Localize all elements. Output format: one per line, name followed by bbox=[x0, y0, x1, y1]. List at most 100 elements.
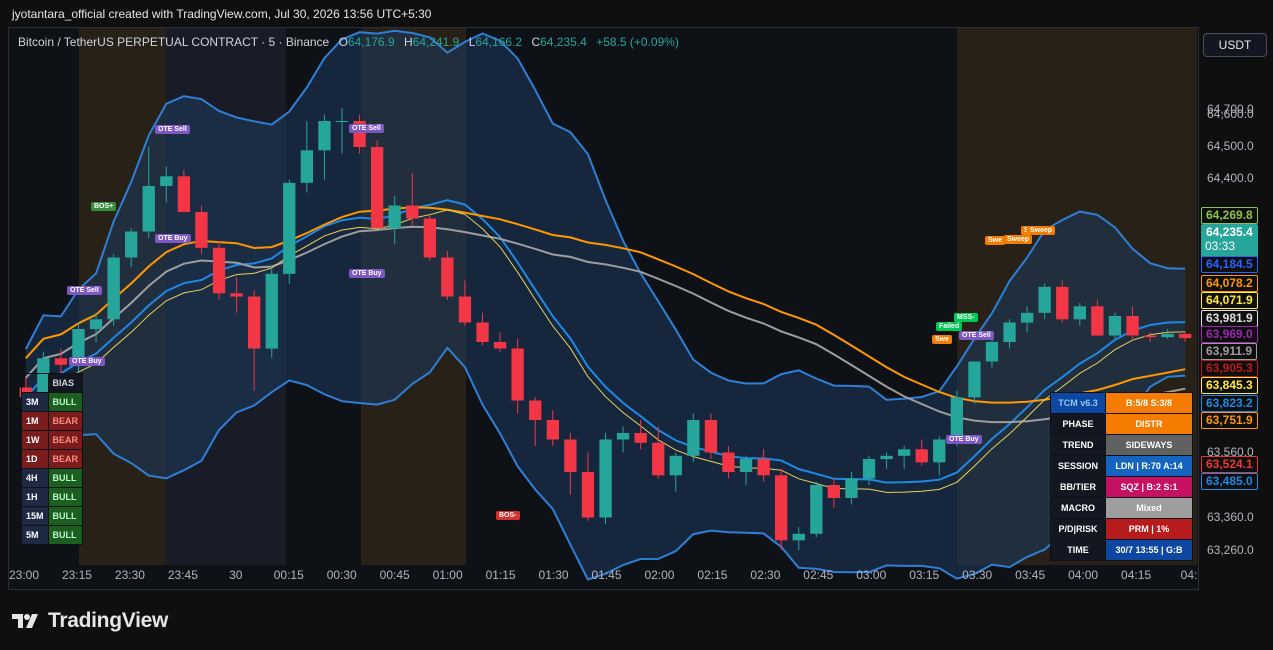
bias-timeframe: 1H bbox=[21, 487, 49, 507]
symbol-legend: Bitcoin / TetherUS PERPETUAL CONTRACT · … bbox=[18, 35, 679, 49]
top-bar: jyotantara_official created with Trading… bbox=[0, 0, 1273, 28]
countdown-label: 03:33 bbox=[1205, 239, 1236, 253]
price-tick: 64,600.0 bbox=[1207, 107, 1254, 121]
tcm-value: Mixed bbox=[1105, 497, 1193, 519]
open-label: O bbox=[338, 35, 348, 49]
bias-timeframe: 15M bbox=[21, 506, 49, 526]
candle-body bbox=[810, 485, 823, 534]
time-tick: 01:30 bbox=[538, 568, 569, 582]
candle-body bbox=[827, 485, 840, 498]
candle-body bbox=[142, 186, 155, 232]
tcm-label: BB/TIER bbox=[1050, 476, 1106, 498]
candle-body bbox=[581, 472, 595, 518]
footer bbox=[0, 590, 1273, 650]
tcm-value: DISTR bbox=[1105, 413, 1193, 435]
time-tick: 02:00 bbox=[644, 568, 675, 582]
candle-body bbox=[1161, 333, 1174, 338]
candle-body bbox=[423, 218, 436, 258]
candle-body bbox=[792, 533, 805, 541]
candle-body bbox=[177, 176, 190, 213]
bias-value: BEAR bbox=[47, 449, 84, 469]
candle-body bbox=[1073, 306, 1086, 320]
sweep-tag: Swe bbox=[985, 236, 1006, 245]
time-tick: 23:45 bbox=[167, 568, 198, 582]
candle-body bbox=[318, 121, 331, 151]
candle-body bbox=[722, 452, 735, 472]
bias-value: BEAR bbox=[47, 430, 84, 450]
high-label: H bbox=[403, 35, 413, 49]
price-tag: 64,184.5 bbox=[1201, 256, 1258, 273]
candle-body bbox=[1091, 306, 1104, 336]
time-tick: 03:00 bbox=[856, 568, 887, 582]
bias-header: BIAS bbox=[47, 373, 84, 393]
tcm-label: TCM v6.3 bbox=[1050, 392, 1106, 414]
close-label: C bbox=[531, 35, 541, 49]
bias-timeframe: 1M bbox=[21, 411, 49, 431]
candle-body bbox=[195, 212, 208, 248]
symbol-name: Bitcoin / TetherUS PERPETUAL CONTRACT · … bbox=[18, 35, 330, 49]
bias-value: BEAR bbox=[47, 411, 84, 431]
tcm-label: MACRO bbox=[1050, 497, 1106, 519]
price-tag: 63,981.9 bbox=[1201, 310, 1258, 327]
price-tag: 63,823.2 bbox=[1201, 395, 1258, 412]
time-tick: 02:30 bbox=[750, 568, 781, 582]
candle-body bbox=[300, 150, 313, 183]
sweep-tag: Sweep bbox=[1027, 226, 1056, 235]
ote-sell-tag: OTE Sell bbox=[349, 124, 384, 133]
bias-timeframe: 3M bbox=[21, 392, 49, 412]
tcm-value: LDN | R:70 A:14 bbox=[1105, 455, 1193, 477]
candle-body bbox=[1143, 335, 1157, 338]
bias-value: BULL bbox=[47, 506, 84, 526]
bias-table: BIAS 3M BULL 1M BEAR 1W BEAR 1D BEAR 4H BULL 1H BUL… bbox=[21, 373, 84, 545]
high-value: 64,241.9 bbox=[412, 35, 460, 49]
time-tick: 23:00 bbox=[8, 568, 40, 582]
ote-buy-tag: OTE Buy bbox=[349, 269, 385, 278]
candle-body bbox=[968, 361, 981, 398]
candle-body bbox=[880, 455, 893, 460]
bias-value: BULL bbox=[47, 487, 84, 507]
time-tick: 04:15 bbox=[1121, 568, 1152, 582]
bias-value: BULL bbox=[47, 468, 84, 488]
time-tick: 00:30 bbox=[326, 568, 357, 582]
bias-timeframe: 4H bbox=[21, 468, 49, 488]
candle-body bbox=[388, 205, 401, 229]
price-tick: 64,400.0 bbox=[1207, 171, 1254, 185]
bias-timeframe: 5M bbox=[21, 525, 49, 545]
low-value: 64,166.2 bbox=[475, 35, 523, 49]
time-tick: 04: bbox=[1180, 568, 1198, 582]
price-tag: 64,078.2 bbox=[1201, 275, 1258, 292]
candle-body bbox=[898, 449, 911, 456]
candle-body bbox=[950, 397, 963, 440]
candle-body bbox=[230, 293, 243, 297]
chart-pane[interactable]: OTE Sell OTE Sell OTE Sell OTE Sell OTE … bbox=[8, 27, 1199, 590]
candle-body bbox=[212, 247, 226, 294]
time-tick: 30 bbox=[229, 568, 243, 582]
time-tick: 01:00 bbox=[432, 568, 463, 582]
tcm-value: SIDEWAYS bbox=[1105, 434, 1193, 456]
candle-body bbox=[458, 296, 472, 323]
time-tick: 23:15 bbox=[61, 568, 92, 582]
candle-body bbox=[529, 400, 542, 420]
candle-body bbox=[283, 182, 296, 274]
time-tick: 02:15 bbox=[697, 568, 728, 582]
bias-timeframe: 1D bbox=[21, 449, 49, 469]
price-tag: 63,751.9 bbox=[1201, 412, 1258, 429]
bias-value: BULL bbox=[47, 392, 84, 412]
tcm-value: 30/7 13:55 | G:B bbox=[1105, 539, 1193, 561]
ote-buy-tag: OTE Buy bbox=[946, 435, 982, 444]
bias-value: BULL bbox=[47, 525, 84, 545]
candle-body bbox=[160, 176, 173, 187]
candle-body bbox=[669, 455, 682, 476]
time-tick: 01:15 bbox=[485, 568, 516, 582]
candle-body bbox=[933, 439, 946, 463]
candle-body bbox=[739, 459, 753, 472]
change-value: +58.5 (+0.09%) bbox=[596, 35, 679, 49]
tradingview-brand: TradingView bbox=[48, 609, 169, 632]
candle-body bbox=[775, 475, 788, 541]
tcm-label: PHASE bbox=[1050, 413, 1106, 435]
ote-sell-tag: OTE Sell bbox=[959, 331, 994, 340]
candle-body bbox=[687, 420, 700, 456]
price-chart[interactable] bbox=[9, 28, 1199, 590]
failed-tag: Failed bbox=[936, 322, 963, 331]
currency-button[interactable]: USDT bbox=[1203, 33, 1267, 57]
